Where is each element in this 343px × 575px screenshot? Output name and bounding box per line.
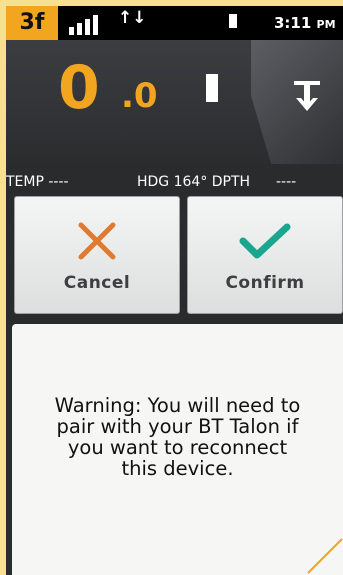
battery-icon <box>229 14 237 28</box>
heading-readout: HDG 164° DPTH <box>137 174 251 190</box>
depth-readout: ---- <box>276 174 297 190</box>
device-screen: 3f ↑↓ 3:11 PM 0 .0 TEMP ---- HDG 164° DP… <box>6 6 343 575</box>
data-transfer-icon: ↑↓ <box>118 8 147 28</box>
speed-integer: 0 <box>58 53 100 123</box>
speed-decimal: .0 <box>121 76 158 116</box>
confirm-button[interactable]: Confirm <box>187 196 343 314</box>
status-clock: 3:11 PM <box>274 14 336 32</box>
clock-time: 3:11 <box>274 14 312 32</box>
warning-message: Warning: You will need to pair with your… <box>12 395 343 479</box>
down-arrow-icon[interactable] <box>294 81 320 115</box>
warning-line: Warning: You will need to <box>54 395 301 417</box>
confirm-check-icon <box>239 223 291 259</box>
cancel-button[interactable]: Cancel <box>14 196 180 314</box>
warning-line: this device. <box>121 457 234 479</box>
warning-line: pair with your BT Talon if <box>56 415 299 438</box>
status-bar: 3f ↑↓ 3:11 PM <box>6 6 343 40</box>
warning-message-panel: Warning: You will need to pair with your… <box>12 324 343 575</box>
warning-line: you want to reconnect <box>67 436 288 459</box>
status-badge: 3f <box>6 6 58 40</box>
cancel-label: Cancel <box>63 273 131 293</box>
signal-strength-icon <box>69 13 109 35</box>
resize-corner-icon <box>307 538 343 574</box>
confirm-label: Confirm <box>225 273 305 293</box>
temp-readout: TEMP ---- <box>6 174 69 190</box>
data-strip: TEMP ---- HDG 164° DPTH ---- <box>6 171 343 193</box>
clock-ampm: PM <box>316 18 336 31</box>
cancel-x-icon <box>78 222 116 260</box>
battery-level-icon <box>206 74 218 102</box>
